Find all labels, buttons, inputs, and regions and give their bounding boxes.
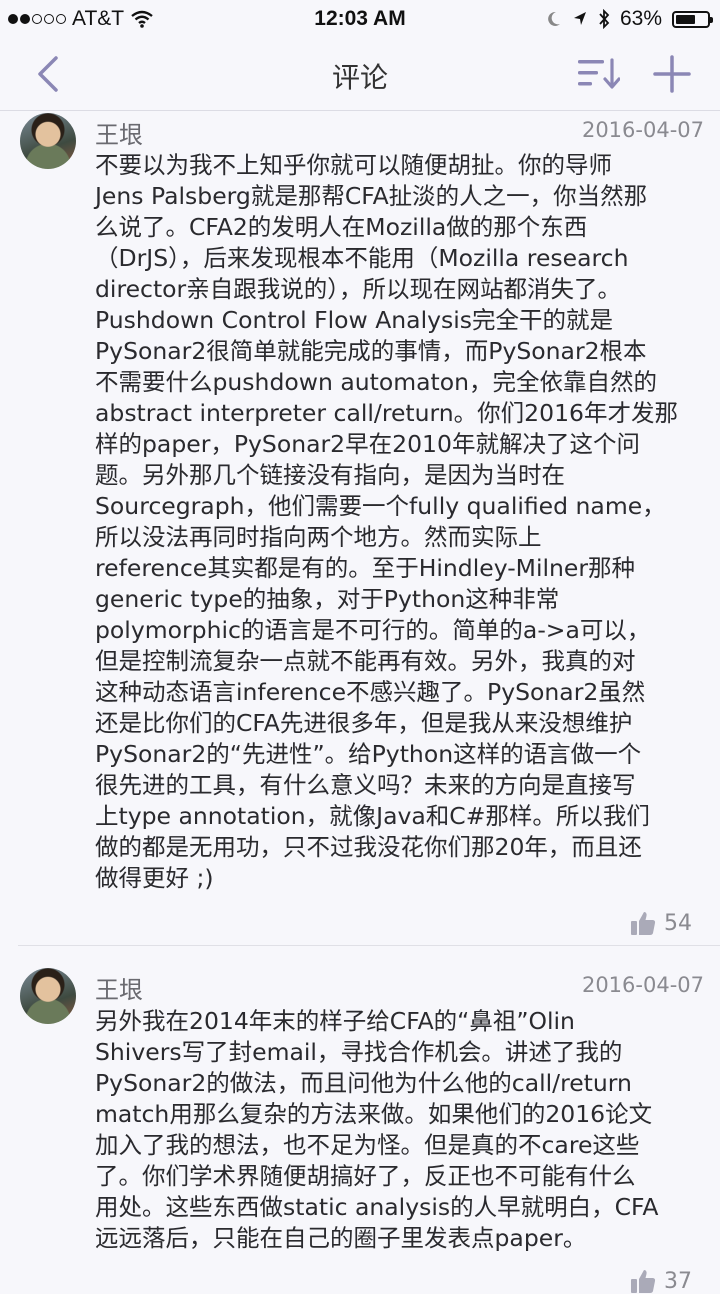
bluetooth-icon — [599, 9, 610, 29]
comment-body: 另外我在2014年末的样子给CFA的“鼻祖”Olin Shivers写了封ema… — [95, 1007, 659, 1252]
comment-item: 王垠 2016-04-07 不要以为我不上知乎你就可以随便胡扯。你的导师 Jen… — [0, 111, 720, 946]
comment-author[interactable]: 王垠 — [95, 115, 143, 150]
like-count: 54 — [664, 910, 692, 936]
like-button[interactable]: 37 — [630, 1268, 692, 1294]
like-button[interactable]: 54 — [630, 910, 692, 936]
battery-icon — [672, 10, 713, 28]
add-icon[interactable] — [652, 54, 692, 94]
battery-percent: 63% — [619, 7, 662, 30]
comment-body: 不要以为我不上知乎你就可以随便胡扯。你的导师 Jens Palsberg就是那帮… — [95, 151, 678, 892]
comment-date: 2016-04-07 — [581, 118, 704, 142]
like-count: 37 — [664, 1268, 692, 1294]
status-right: 63% — [546, 7, 713, 31]
thumbs-up-icon — [631, 1270, 656, 1293]
comment-date: 2016-04-07 — [581, 973, 704, 997]
comment-item: 王垠 2016-04-07 另外我在2014年末的样子给CFA的“鼻祖”Olin… — [0, 968, 720, 1294]
sort-icon[interactable] — [576, 56, 620, 92]
comment-author[interactable]: 王垠 — [95, 970, 143, 1005]
avatar[interactable] — [20, 113, 76, 169]
location-arrow-icon — [573, 12, 586, 25]
status-bar: AT&T 12:03 AM 63% — [0, 0, 720, 38]
thumbs-up-icon — [631, 912, 656, 935]
nav-bar: 评论 — [0, 38, 720, 111]
divider — [18, 945, 720, 946]
avatar[interactable] — [20, 968, 76, 1024]
moon-icon — [548, 11, 560, 26]
